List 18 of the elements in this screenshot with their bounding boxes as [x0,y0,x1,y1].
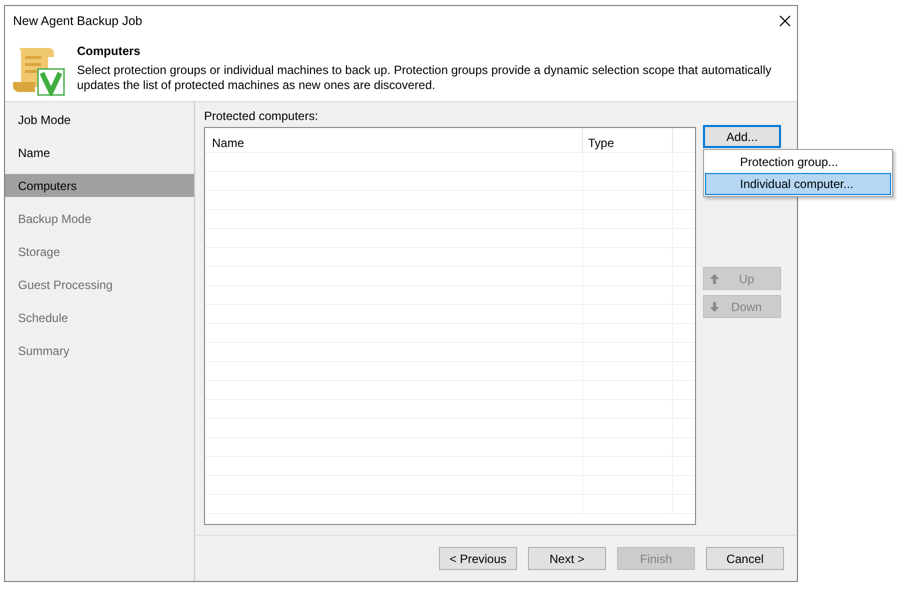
close-icon[interactable] [779,15,791,27]
menu-item[interactable]: Protection group... [705,151,891,173]
wizard-step[interactable]: Job Mode [5,108,194,131]
window-title: New Agent Backup Job [13,12,142,30]
page-description: Select protection groups or individual machines to back up. Protection groups provide a dynamic selection scope that automatically updates the list of protected machines as new ones are discovered. [77,63,772,93]
down-arrow-icon [710,302,719,312]
footer-button[interactable]: Cancel [706,547,784,570]
add-button[interactable]: Add... [703,125,781,148]
page-heading: Computers [77,43,142,60]
up-arrow-icon [710,274,719,284]
menu-item[interactable]: Individual computer... [705,173,891,195]
column-header[interactable]: Name [205,128,583,152]
wizard-step[interactable]: Computers [5,174,194,197]
footer-button[interactable]: < Previous [439,547,517,570]
wizard-step[interactable]: Name [5,141,194,164]
footer-button[interactable]: Next > [528,547,606,570]
column-header[interactable]: Type [583,128,673,152]
table-label: Protected computers: [204,108,320,125]
